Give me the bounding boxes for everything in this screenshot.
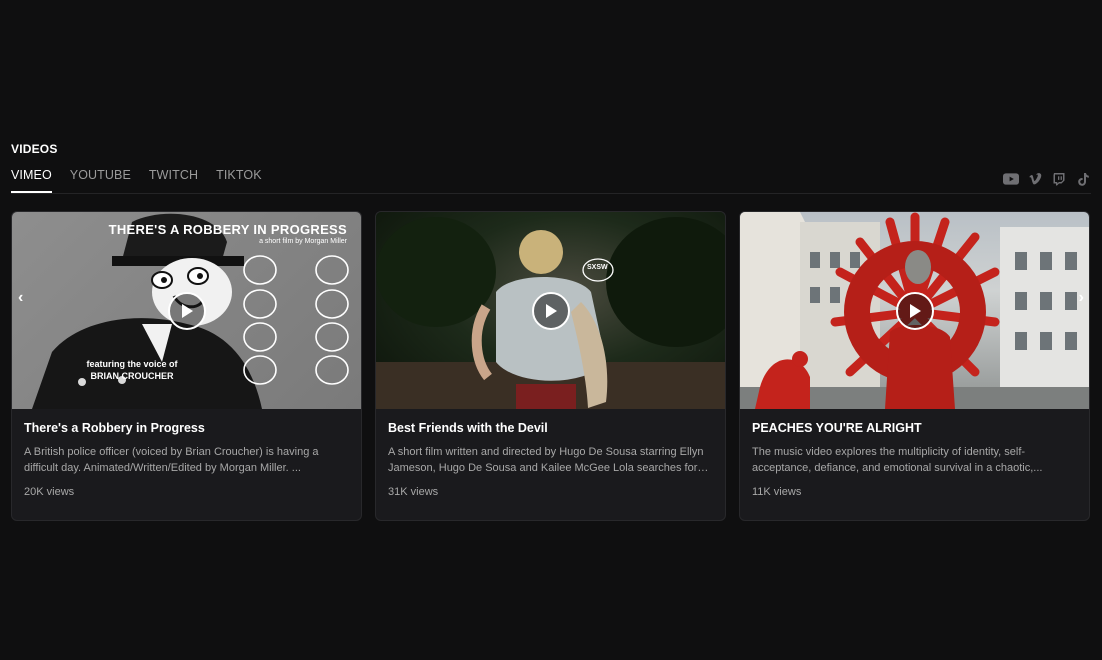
video-thumbnail bbox=[740, 212, 1089, 409]
video-card[interactable]: THERE'S A ROBBERY IN PROGRESS a short fi… bbox=[11, 211, 362, 521]
video-description: A British police officer (voiced by Bria… bbox=[24, 446, 319, 474]
play-button[interactable] bbox=[531, 291, 570, 330]
vimeo-icon[interactable] bbox=[1027, 172, 1043, 186]
video-thumbnail: SXSW bbox=[376, 212, 725, 409]
twitch-icon[interactable] bbox=[1051, 172, 1067, 186]
video-title[interactable]: PEACHES YOU'RE ALRIGHT bbox=[752, 421, 1077, 435]
video-carousel: THERE'S A ROBBERY IN PROGRESS a short fi… bbox=[11, 211, 1090, 521]
platform-tabs: VIMEO YOUTUBE TWITCH TIKTOK bbox=[11, 168, 262, 193]
play-icon bbox=[545, 303, 557, 318]
social-links bbox=[1003, 172, 1091, 186]
play-icon bbox=[909, 303, 921, 318]
video-title[interactable]: There's a Robbery in Progress bbox=[24, 421, 349, 435]
tab-tiktok[interactable]: TIKTOK bbox=[216, 168, 262, 193]
carousel-prev-button[interactable]: ‹ bbox=[18, 289, 23, 307]
tab-youtube[interactable]: YOUTUBE bbox=[70, 168, 131, 193]
play-icon bbox=[181, 303, 193, 318]
tiktok-icon[interactable] bbox=[1075, 172, 1091, 186]
thumbnail-title: THERE'S A ROBBERY IN PROGRESS bbox=[108, 222, 347, 237]
carousel-next-button[interactable]: › bbox=[1079, 289, 1084, 307]
video-description: The music video explores the multiplicit… bbox=[752, 446, 1043, 474]
youtube-icon[interactable] bbox=[1003, 172, 1019, 186]
video-description: A short film written and directed by Hug… bbox=[388, 446, 704, 474]
thumbnail-subtitle: a short film by Morgan Miller bbox=[259, 238, 347, 245]
video-card[interactable]: SXSW Best Friends with the Devil A short… bbox=[375, 211, 726, 521]
festival-badge: SXSW bbox=[587, 264, 608, 271]
tab-vimeo[interactable]: VIMEO bbox=[11, 168, 52, 193]
tab-twitch[interactable]: TWITCH bbox=[149, 168, 198, 193]
video-thumbnail: THERE'S A ROBBERY IN PROGRESS a short fi… bbox=[12, 212, 361, 409]
video-views: 20K views bbox=[24, 486, 75, 498]
thumbnail-feature-text: featuring the voice of BRIAN CROUCHER bbox=[86, 359, 178, 381]
tabs-divider bbox=[11, 193, 1091, 194]
video-card[interactable]: PEACHES YOU'RE ALRIGHT The music video e… bbox=[739, 211, 1090, 521]
video-views: 11K views bbox=[752, 486, 802, 498]
section-title: VIDEOS bbox=[11, 142, 58, 156]
play-button[interactable] bbox=[895, 291, 934, 330]
video-title[interactable]: Best Friends with the Devil bbox=[388, 421, 713, 435]
video-views: 31K views bbox=[388, 486, 439, 498]
play-button[interactable] bbox=[167, 291, 206, 330]
